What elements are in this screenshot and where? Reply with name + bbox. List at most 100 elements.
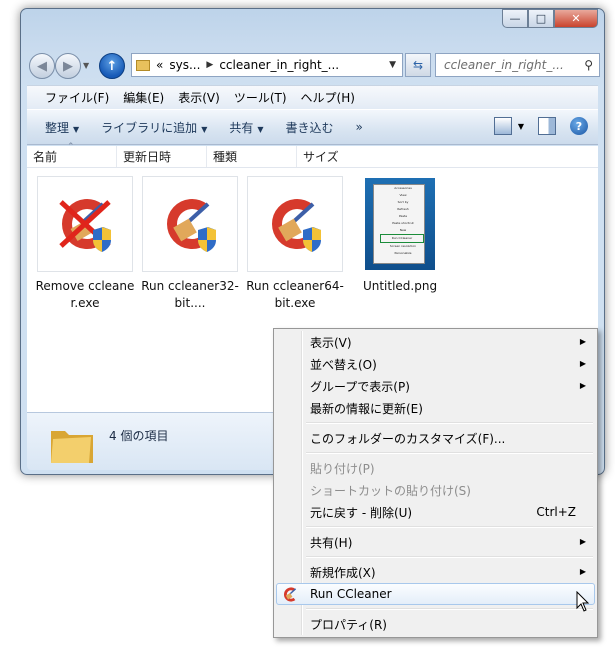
maximize-button[interactable]: □ bbox=[528, 9, 554, 28]
ccleaner-icon bbox=[272, 199, 321, 252]
thumbnail-menu-item: Paste bbox=[398, 214, 408, 218]
screenshot-thumbnail: Accessories View Sort by Refresh Paste P… bbox=[365, 178, 435, 270]
refresh-icon: ⇆ bbox=[412, 58, 424, 72]
column-date[interactable]: 更新日時 bbox=[117, 146, 207, 167]
file-name: Untitled.png bbox=[362, 279, 438, 293]
menu-item-sort-by[interactable]: 並べ替え(O) ▶ bbox=[276, 353, 595, 375]
back-arrow-icon: ◀ bbox=[37, 58, 47, 74]
folder-icon bbox=[51, 431, 93, 463]
address-dropdown-icon[interactable]: ▼ bbox=[389, 60, 396, 70]
recent-pages-dropdown[interactable]: ▼ bbox=[83, 61, 89, 70]
thumbnail-menu-item: Refresh bbox=[397, 207, 409, 211]
address-bar[interactable]: « sys... ▶ ccleaner_in_right_... ▼ bbox=[131, 53, 403, 77]
mouse-cursor-icon bbox=[576, 591, 590, 612]
menu-item-label: グループで表示(P) bbox=[310, 379, 410, 394]
share-label: 共有 bbox=[229, 120, 254, 135]
menu-item-properties[interactable]: プロパティ(R) bbox=[276, 613, 595, 635]
include-in-library-button[interactable]: ライブラリに追加 ▼ bbox=[101, 119, 207, 136]
address-segment-current[interactable]: ccleaner_in_right_... bbox=[219, 58, 339, 72]
file-item[interactable]: Run ccleaner32-bit.... bbox=[139, 176, 241, 312]
submenu-arrow-icon: ▶ bbox=[579, 567, 586, 576]
column-size[interactable]: サイズ bbox=[297, 146, 387, 167]
column-type-label: 種類 bbox=[213, 150, 238, 164]
menu-item-label: 共有(H) bbox=[310, 535, 353, 550]
chevron-down-icon: ▼ bbox=[201, 124, 208, 134]
ccleaner-remove-icon bbox=[59, 199, 111, 252]
thumbnail-menu-item: Run CCleaner bbox=[380, 234, 424, 243]
column-size-label: サイズ bbox=[303, 150, 339, 164]
refresh-button[interactable]: ⇆ bbox=[405, 53, 431, 77]
thumbnail-menu-item: Paste shortcut bbox=[392, 221, 414, 225]
menu-item-refresh[interactable]: 最新の情報に更新(E) bbox=[276, 397, 595, 419]
chevron-down-icon[interactable]: ▼ bbox=[518, 122, 524, 131]
menu-item-undo-delete[interactable]: 元に戻す - 削除(U) Ctrl+Z bbox=[276, 501, 595, 523]
menu-item-paste[interactable]: 貼り付け(P) bbox=[276, 457, 595, 479]
menu-item-run-ccleaner[interactable]: Run CCleaner bbox=[276, 583, 595, 605]
menu-item-label: プロパティ(R) bbox=[310, 617, 387, 632]
breadcrumb-separator-icon[interactable]: ▶ bbox=[206, 60, 213, 70]
forward-button[interactable]: ▶ bbox=[55, 53, 81, 79]
menu-item-paste-shortcut[interactable]: ショートカットの貼り付け(S) bbox=[276, 479, 595, 501]
preview-pane-icon[interactable] bbox=[538, 117, 556, 135]
minimize-button[interactable]: — bbox=[502, 9, 528, 28]
help-icon[interactable]: ? bbox=[570, 117, 588, 135]
menu-help[interactable]: ヘルプ(H) bbox=[301, 89, 355, 106]
file-item[interactable]: Run ccleaner64-bit.exe bbox=[244, 176, 346, 312]
submenu-arrow-icon: ▶ bbox=[579, 381, 586, 390]
menu-item-label: ショートカットの貼り付け(S) bbox=[310, 483, 471, 498]
menu-item-label: 表示(V) bbox=[310, 335, 352, 350]
menu-view[interactable]: 表示(V) bbox=[178, 89, 220, 106]
thumbnail-menu-item: New bbox=[399, 228, 407, 232]
up-arrow-icon: ↑ bbox=[106, 58, 118, 74]
thumbnail-menu-item: Accessories bbox=[394, 186, 412, 190]
file-name: Remove ccleaner.exe bbox=[35, 279, 135, 310]
menu-tools[interactable]: ツール(T) bbox=[234, 89, 287, 106]
menu-item-label: 並べ替え(O) bbox=[310, 357, 377, 372]
more-commands-button[interactable]: » bbox=[356, 120, 363, 134]
column-name[interactable]: 名前 ⌃ bbox=[27, 142, 117, 167]
file-thumbnail bbox=[37, 176, 133, 272]
file-name: Run ccleaner64-bit.exe bbox=[246, 279, 344, 310]
menu-separator bbox=[276, 419, 595, 427]
menu-item-group-by[interactable]: グループで表示(P) ▶ bbox=[276, 375, 595, 397]
column-type[interactable]: 種類 bbox=[207, 146, 297, 167]
item-count: 4 個の項目 bbox=[109, 429, 169, 443]
share-button[interactable]: 共有 ▼ bbox=[229, 119, 263, 136]
menu-item-shortcut: Ctrl+Z bbox=[536, 505, 576, 519]
menu-file[interactable]: ファイル(F) bbox=[45, 89, 109, 106]
menu-item-share[interactable]: 共有(H) ▶ bbox=[276, 531, 595, 553]
menu-separator bbox=[276, 553, 595, 561]
search-icon[interactable]: ⚲ bbox=[584, 58, 593, 72]
file-item[interactable]: Accessories View Sort by Refresh Paste P… bbox=[349, 176, 451, 295]
file-name: Run ccleaner32-bit.... bbox=[141, 279, 239, 310]
menu-item-label: 新規作成(X) bbox=[310, 565, 376, 580]
more-commands-label: » bbox=[355, 120, 363, 134]
file-item[interactable]: Remove ccleaner.exe bbox=[34, 176, 136, 312]
search-placeholder: ccleaner_in_right_... bbox=[444, 58, 564, 72]
ccleaner-icon bbox=[167, 199, 216, 252]
submenu-arrow-icon: ▶ bbox=[579, 337, 586, 346]
search-box[interactable]: ccleaner_in_right_... ⚲ bbox=[435, 53, 600, 77]
file-thumbnail: Accessories View Sort by Refresh Paste P… bbox=[352, 176, 448, 272]
up-button[interactable]: ↑ bbox=[99, 53, 125, 79]
organize-button[interactable]: 整理 ▼ bbox=[45, 119, 79, 136]
organize-label: 整理 bbox=[45, 120, 70, 135]
burn-button[interactable]: 書き込む bbox=[286, 119, 334, 136]
address-segment-sys[interactable]: sys... bbox=[169, 58, 200, 72]
address-overflow[interactable]: « bbox=[156, 58, 163, 72]
context-menu: 表示(V) ▶ 並べ替え(O) ▶ グループで表示(P) ▶ 最新の情報に更新(… bbox=[273, 328, 598, 638]
folder-icon bbox=[136, 59, 150, 71]
ccleaner-icon bbox=[284, 587, 297, 602]
change-view-icon[interactable] bbox=[493, 117, 512, 135]
menu-item-customize-folder[interactable]: このフォルダーのカスタマイズ(F)... bbox=[276, 427, 595, 449]
menu-separator bbox=[276, 605, 595, 613]
menu-edit[interactable]: 編集(E) bbox=[123, 89, 164, 106]
menu-item-view[interactable]: 表示(V) ▶ bbox=[276, 331, 595, 353]
submenu-arrow-icon: ▶ bbox=[579, 537, 586, 546]
menu-item-new[interactable]: 新規作成(X) ▶ bbox=[276, 561, 595, 583]
column-name-label: 名前 bbox=[33, 150, 58, 164]
back-button[interactable]: ◀ bbox=[29, 53, 55, 79]
menu-item-label: Run CCleaner bbox=[310, 587, 392, 601]
menu-item-label: 最新の情報に更新(E) bbox=[310, 401, 423, 416]
close-button[interactable]: ✕ bbox=[554, 9, 598, 28]
